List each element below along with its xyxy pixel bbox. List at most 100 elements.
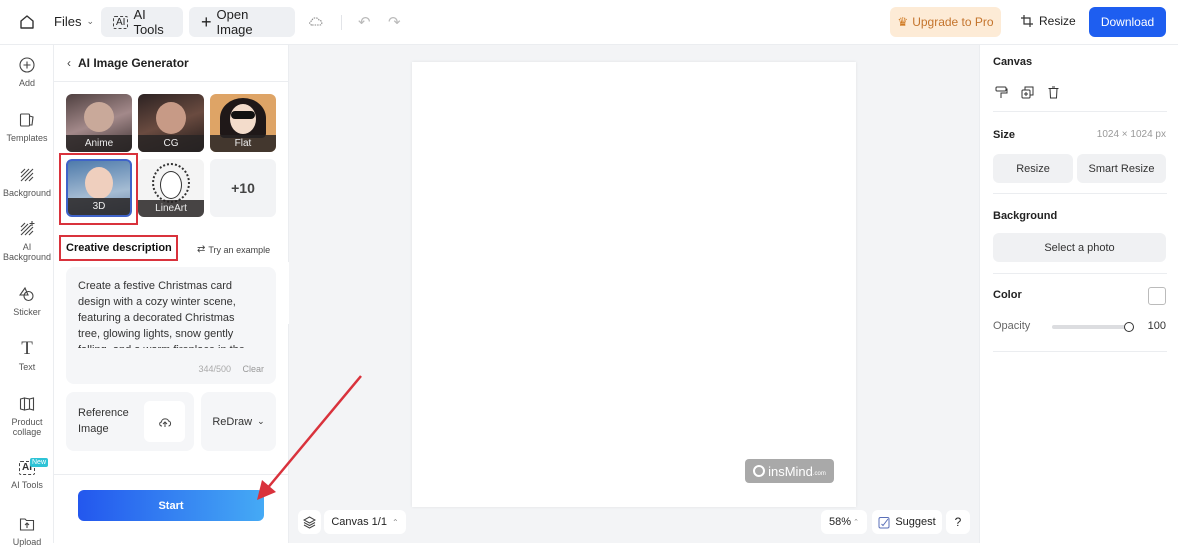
zoom-level-label: 58%	[829, 516, 852, 528]
canvas-section-title: Canvas	[993, 56, 1033, 68]
files-menu[interactable]: Files ⌄	[54, 14, 94, 29]
opacity-label: Opacity	[993, 320, 1031, 332]
resize-button[interactable]: Resize	[1021, 14, 1076, 28]
select-photo-button[interactable]: Select a photo	[993, 233, 1166, 262]
select-photo-label: Select a photo	[1044, 241, 1115, 254]
redo-button[interactable]: ↷	[388, 13, 401, 31]
background-icon	[20, 168, 34, 182]
clear-button[interactable]: Clear	[242, 364, 264, 374]
smart-resize-button[interactable]: Smart Resize	[1077, 154, 1166, 183]
chevron-up-icon: ⌃	[391, 517, 399, 527]
plus-circle-icon	[19, 57, 35, 73]
reference-image-label: Reference Image	[78, 407, 129, 435]
layers-button[interactable]	[298, 510, 321, 534]
sidebar-item-background[interactable]: Background	[0, 167, 54, 198]
canvas-resize-button[interactable]: Resize	[993, 154, 1073, 183]
canvas-area: insMind .com Canvas 1/1 ⌃ 58% ⌃ Suggest …	[289, 45, 979, 543]
home-button[interactable]	[18, 13, 36, 31]
ai-icon: AI	[113, 15, 129, 29]
cloud-sync-button[interactable]	[308, 14, 324, 28]
style-flat[interactable]: Flat	[210, 94, 276, 152]
open-image-button[interactable]: + Open Image	[189, 7, 295, 37]
sidebar-item-add[interactable]: Add	[0, 57, 54, 88]
style-label: CG	[138, 135, 204, 152]
collage-icon	[19, 397, 35, 411]
redo-icon: ↷	[388, 14, 401, 31]
upload-icon	[19, 518, 35, 531]
start-button[interactable]: Start	[78, 490, 264, 521]
reference-image-box[interactable]: Reference Image	[66, 392, 194, 451]
sidebar-label: Product collage	[11, 417, 43, 437]
style-label: LineArt	[138, 200, 204, 217]
home-icon	[20, 15, 34, 29]
back-chevron-icon[interactable]: ‹	[67, 56, 71, 70]
sidebar-label: Add	[18, 78, 35, 88]
more-styles-button[interactable]: +10	[210, 159, 276, 217]
ai-tools-label: AI Tools	[133, 7, 164, 37]
smart-resize-label: Smart Resize	[1088, 162, 1155, 175]
sidebar-item-ai-tools[interactable]: AI New AI Tools	[0, 458, 54, 490]
redraw-dropdown[interactable]: ReDraw ⌄	[201, 392, 276, 451]
canvas-pages-button[interactable]: Canvas 1/1 ⌃	[324, 510, 406, 534]
paint-roller-icon[interactable]	[995, 86, 1008, 99]
zoom-level-button[interactable]: 58% ⌃	[821, 510, 867, 534]
files-label: Files	[54, 14, 82, 29]
sidebar-item-templates[interactable]: Templates	[0, 112, 54, 143]
anime-portrait	[84, 102, 114, 132]
sidebar-label: Background	[2, 188, 52, 198]
flat-sunglasses	[231, 111, 255, 119]
toolbar-divider	[341, 15, 342, 30]
divider	[993, 193, 1167, 194]
divider	[993, 111, 1167, 112]
cg-portrait	[156, 102, 186, 134]
color-swatch[interactable]	[1148, 287, 1166, 305]
opacity-slider[interactable]	[1052, 322, 1134, 332]
description-text[interactable]: Create a festive Christmas card design w…	[78, 278, 258, 348]
new-badge: New	[30, 458, 49, 467]
suggest-button[interactable]: Suggest	[872, 510, 942, 534]
sidebar-label: Text	[18, 362, 36, 372]
canvas-page[interactable]: insMind .com	[412, 62, 856, 507]
more-styles-label: +10	[231, 180, 255, 196]
style-anime[interactable]: Anime	[66, 94, 132, 152]
divider	[993, 273, 1167, 274]
flat-face	[230, 104, 256, 134]
watermark-text: insMind	[768, 463, 813, 479]
duplicate-icon[interactable]	[1021, 86, 1034, 99]
style-cg[interactable]: CG	[138, 94, 204, 152]
upgrade-label: Upgrade to Pro	[912, 15, 994, 29]
ai-tools-button[interactable]: AI AI Tools	[101, 7, 183, 37]
resize-label: Resize	[1039, 14, 1076, 28]
ai-background-icon	[20, 221, 35, 236]
layers-icon	[303, 515, 316, 529]
header-divider	[54, 81, 289, 82]
download-label: Download	[1100, 15, 1155, 29]
download-button[interactable]: Download	[1089, 7, 1166, 37]
undo-button[interactable]: ↶	[358, 13, 371, 31]
sidebar-item-ai-background[interactable]: AI Background	[0, 221, 54, 262]
sidebar-label: Upload	[12, 537, 42, 547]
ai-image-generator-panel: ‹ AI Image Generator Anime CG Flat 3D Li…	[54, 45, 289, 543]
cloud-upload-icon	[158, 417, 171, 427]
help-button[interactable]: ?	[946, 510, 970, 534]
try-example-button[interactable]: ⇄ Try an example	[197, 244, 270, 255]
style-lineart[interactable]: LineArt	[138, 159, 204, 217]
sidebar-label: AI Tools	[11, 480, 43, 490]
sidebar-item-upload[interactable]: Upload	[0, 516, 54, 547]
redraw-label: ReDraw	[212, 415, 253, 428]
sidebar-label: Sticker	[13, 307, 41, 317]
upgrade-to-pro-button[interactable]: ♛ Upgrade to Pro	[890, 7, 1001, 37]
annotation-highlight-3d	[59, 153, 138, 225]
divider	[993, 351, 1167, 352]
size-label: Size	[993, 129, 1016, 141]
upload-reference-button[interactable]	[144, 401, 185, 442]
opacity-slider-thumb[interactable]	[1124, 322, 1134, 332]
char-count: 344/500	[198, 364, 231, 374]
plus-icon: +	[201, 12, 212, 32]
suggest-icon	[878, 516, 890, 528]
sidebar-item-text[interactable]: T Text	[0, 339, 54, 372]
sidebar-item-product-collage[interactable]: Product collage	[0, 396, 54, 437]
description-textarea[interactable]: Create a festive Christmas card design w…	[66, 267, 276, 384]
trash-icon[interactable]	[1047, 86, 1060, 99]
sidebar-item-sticker[interactable]: Sticker	[0, 286, 54, 317]
